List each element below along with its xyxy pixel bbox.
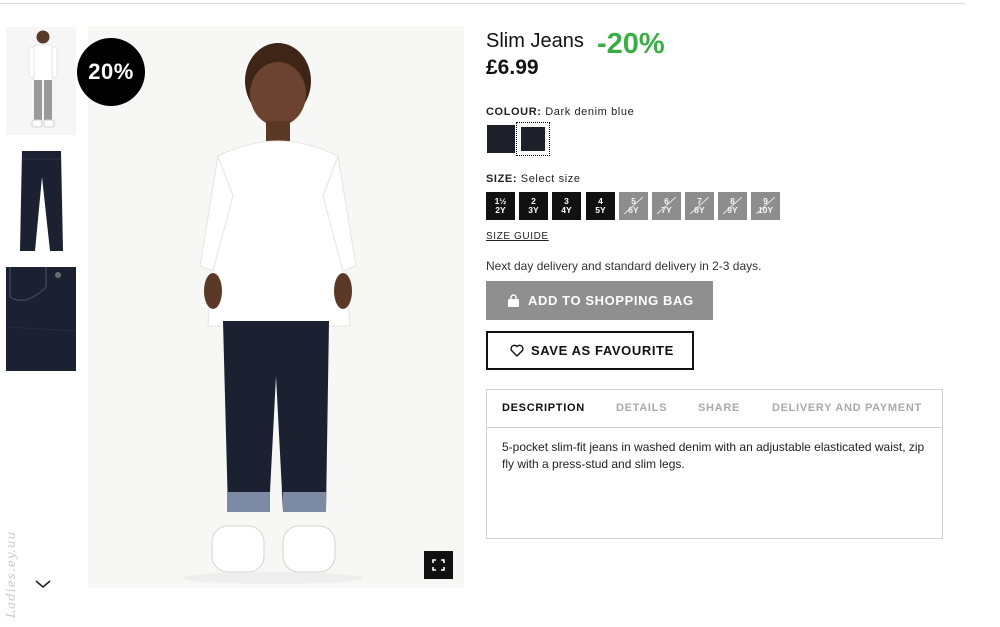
size-value: Select size [520,173,581,185]
size-bottom: 2Y [495,205,506,215]
add-to-bag-label: ADD TO SHOPPING BAG [528,293,694,308]
watermark: Ladies.ey.uu [4,530,18,618]
size-option-7y-unavailable[interactable]: 6 7Y [652,192,681,220]
colour-label: COLOUR: [486,106,542,118]
description-text: 5-pocket slim-fit jeans in washed denim … [502,440,925,471]
product-main-image [88,26,464,588]
size-top: 5 [631,196,636,206]
size-option-4y[interactable]: 3 4Y [552,192,581,220]
size-bottom: 6Y [628,205,639,215]
size-label-row: SIZE: Select size [486,173,581,185]
product-info-tabs: DESCRIPTION DETAILS SHARE DELIVERY AND P… [486,389,943,539]
size-option-8y-unavailable[interactable]: 7 8Y [685,192,714,220]
size-option-10y-unavailable[interactable]: 9 10Y [751,192,780,220]
tab-details[interactable]: DETAILS [616,402,667,414]
size-label: SIZE: [486,173,518,185]
size-top: 8 [730,196,735,206]
tab-bar: DESCRIPTION DETAILS SHARE DELIVERY AND P… [487,390,942,428]
size-bottom: 5Y [595,205,606,215]
tab-description[interactable]: DESCRIPTION [502,402,585,414]
thumbnail-jeans-front[interactable] [6,147,76,257]
size-option-6y-unavailable[interactable]: 5 6Y [619,192,648,220]
size-bottom: 10Y [757,205,774,215]
product-title: Slim Jeans [486,30,584,52]
size-bottom: 8Y [694,205,705,215]
size-top: 6 [664,196,669,206]
product-price: £6.99 [486,56,539,79]
size-bottom: 9Y [727,205,738,215]
bag-icon [508,294,519,307]
thumbnail-model[interactable] [6,27,76,135]
add-to-bag-button[interactable]: ADD TO SHOPPING BAG [486,281,713,320]
size-top: 7 [697,196,702,206]
save-favourite-label: SAVE AS FAVOURITE [531,343,674,358]
top-divider [0,3,965,4]
colour-swatch-1[interactable] [487,125,515,153]
delivery-info: Next day delivery and standard delivery … [486,259,762,273]
size-option-9y-unavailable[interactable]: 8 9Y [718,192,747,220]
chevron-down-icon[interactable] [33,576,53,592]
size-option-5y[interactable]: 4 5Y [586,192,615,220]
size-bottom: 4Y [561,205,572,215]
sale-badge: 20% [77,38,145,106]
save-favourite-button[interactable]: SAVE AS FAVOURITE [486,331,694,370]
thumbnail-denim-detail[interactable] [6,267,76,371]
colour-value: Dark denim blue [545,106,635,118]
size-option-2y[interactable]: 1½ 2Y [486,192,515,220]
colour-label-row: COLOUR: Dark denim blue [486,106,634,118]
discount-label: -20% [597,28,665,60]
tab-delivery-and-payment[interactable]: DELIVERY AND PAYMENT [772,402,922,414]
fullscreen-icon [432,559,445,571]
colour-swatch-selected[interactable] [516,122,550,156]
size-bottom: 7Y [661,205,672,215]
tab-share[interactable]: SHARE [698,402,740,414]
size-guide-link[interactable]: SIZE GUIDE [486,231,549,242]
size-top: 9 [763,196,768,206]
fullscreen-button[interactable] [424,551,453,579]
size-option-3y[interactable]: 2 3Y [519,192,548,220]
size-bottom: 3Y [528,205,539,215]
heart-icon [510,344,524,357]
